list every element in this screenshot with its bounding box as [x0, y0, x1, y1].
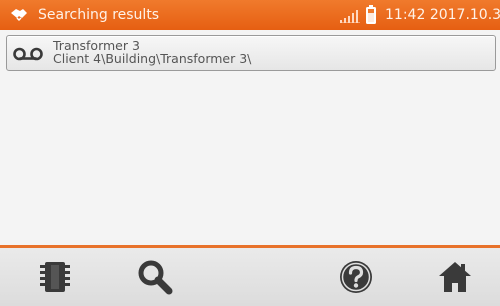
- help-button[interactable]: [326, 248, 386, 306]
- result-path: Client 4\Building\Transformer 3\: [53, 51, 252, 66]
- tape-icon: [13, 47, 43, 61]
- device-screen: Searching results 11:42 2017.10.30 Trans…: [0, 0, 500, 306]
- date-text: 2017.10.30: [429, 7, 500, 23]
- handshake-icon: [11, 9, 27, 22]
- results-list: Transformer 3 Client 4\Building\Transfor…: [0, 30, 500, 245]
- clock: 11:42 2017.10.30: [385, 6, 500, 24]
- memory-button[interactable]: [25, 248, 85, 306]
- title-bar: Searching results 11:42 2017.10.30: [0, 0, 500, 30]
- search-icon: [138, 260, 173, 295]
- memory-chip-icon: [40, 262, 70, 292]
- bottom-toolbar: [0, 248, 500, 306]
- home-button[interactable]: [425, 248, 485, 306]
- home-icon: [439, 262, 471, 292]
- help-icon: [340, 261, 372, 293]
- result-item[interactable]: Transformer 3 Client 4\Building\Transfor…: [6, 35, 496, 71]
- search-button[interactable]: [125, 248, 185, 306]
- battery-icon: [366, 5, 376, 24]
- signal-strength-icon: [340, 10, 360, 23]
- time-text: 11:42: [385, 7, 426, 23]
- screen-title: Searching results: [38, 7, 160, 23]
